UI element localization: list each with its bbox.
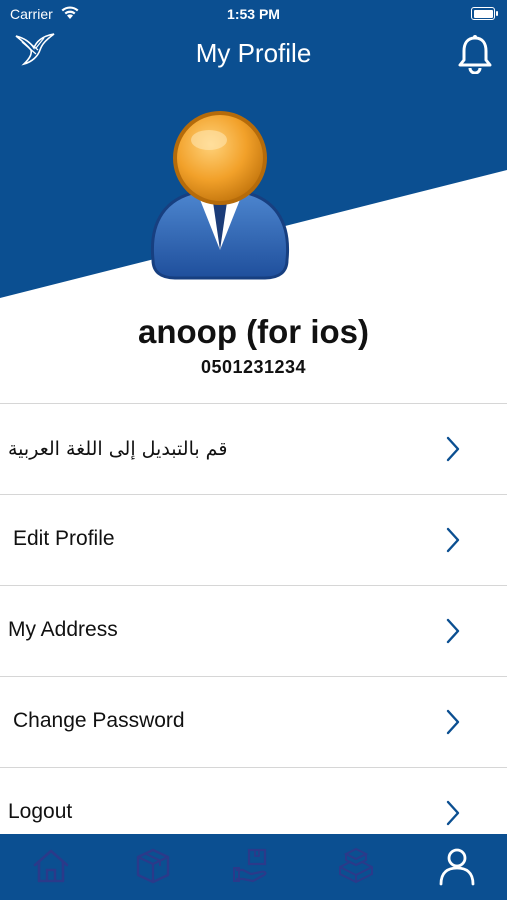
tab-bar <box>0 834 507 900</box>
profile-menu: قم بالتبديل إلى اللغة العربية Edit Profi… <box>0 403 507 858</box>
status-bar: Carrier 1:53 PM <box>0 0 507 28</box>
user-avatar-icon <box>145 110 295 290</box>
menu-item-label: Edit Profile <box>13 527 115 550</box>
menu-item-switch-arabic[interactable]: قم بالتبديل إلى اللغة العربية <box>0 403 507 494</box>
menu-item-label: My Address <box>8 618 118 641</box>
chevron-right-icon <box>446 709 460 740</box>
bell-icon[interactable] <box>457 34 493 79</box>
nav-bar: My Profile <box>0 28 507 80</box>
menu-item-label: Logout <box>8 800 73 823</box>
menu-item-my-address[interactable]: My Address <box>0 585 507 676</box>
battery-level <box>473 9 493 18</box>
chevron-right-icon <box>446 800 460 831</box>
menu-item-label: Change Password <box>13 709 185 732</box>
chevron-right-icon <box>446 436 460 467</box>
clock: 1:53 PM <box>227 6 280 22</box>
menu-item-edit-profile[interactable]: Edit Profile <box>0 494 507 585</box>
user-name: anoop (for ios) <box>138 313 369 350</box>
menu-item-change-password[interactable]: Change Password <box>0 676 507 767</box>
box-icon[interactable] <box>133 846 173 886</box>
profile-icon[interactable] <box>437 846 477 886</box>
chevron-right-icon <box>446 527 460 558</box>
menu-item-label: قم بالتبديل إلى اللغة العربية <box>8 438 228 460</box>
home-icon[interactable] <box>31 846 71 886</box>
page-title: My Profile <box>195 38 312 68</box>
battery-icon <box>471 7 498 20</box>
user-phone: 0501231234 <box>200 357 307 377</box>
chevron-right-icon <box>446 618 460 649</box>
hand-box-icon[interactable] <box>233 846 273 886</box>
stacked-boxes-icon[interactable] <box>336 846 376 886</box>
